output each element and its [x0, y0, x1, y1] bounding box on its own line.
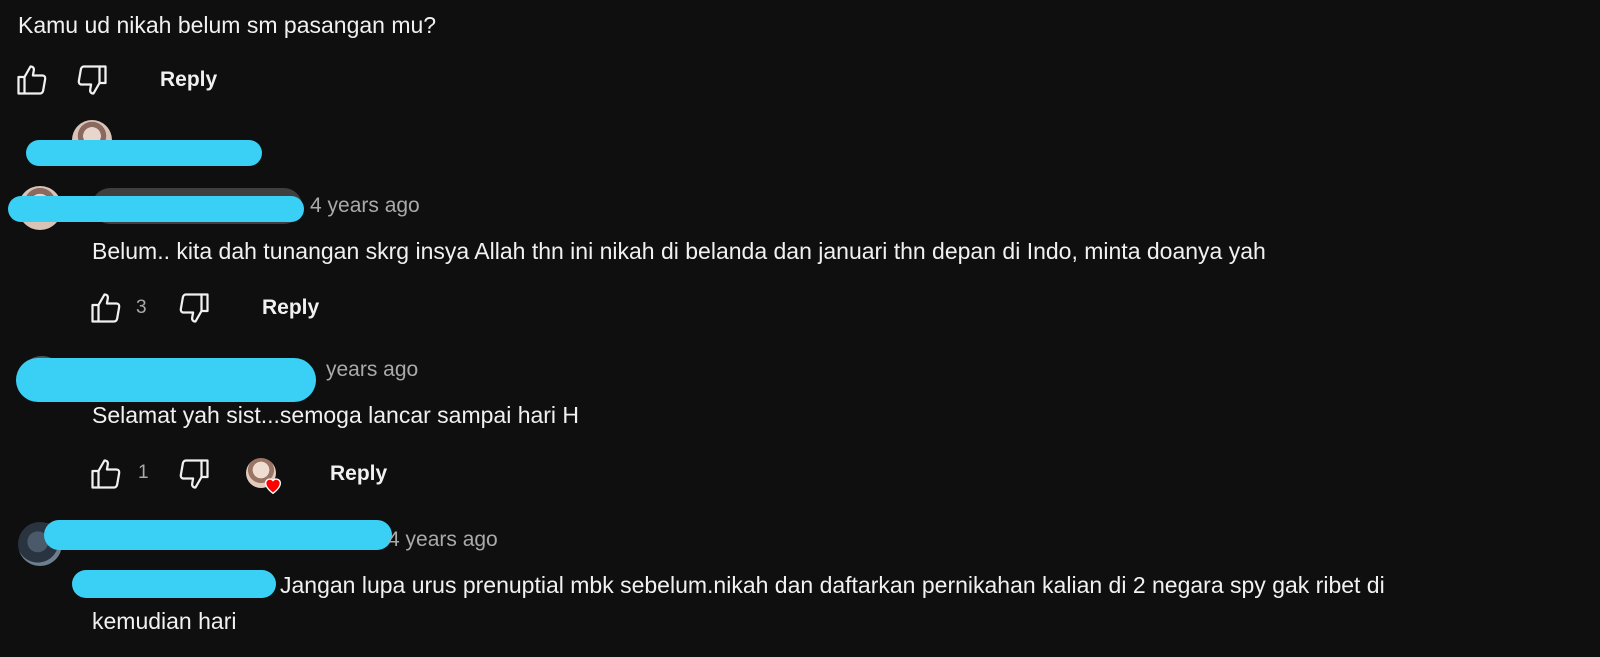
reply-text: Belum.. kita dah tunangan skrg insya All… — [92, 238, 1266, 264]
reply-text: Selamat yah sist...semoga lancar sampai … — [92, 402, 580, 428]
timestamp[interactable]: years ago — [326, 358, 418, 382]
reply-button[interactable]: Reply — [160, 68, 217, 92]
redaction-mark — [72, 570, 276, 598]
redaction-mark — [44, 520, 392, 550]
like-count: 1 — [138, 462, 149, 483]
like-count: 3 — [136, 297, 147, 318]
redaction-mark — [16, 358, 316, 402]
thumbs-up-icon[interactable] — [14, 62, 50, 98]
reply-button[interactable]: Reply — [262, 296, 319, 320]
thumbs-down-icon[interactable] — [176, 456, 212, 492]
thumbs-down-icon[interactable] — [74, 62, 110, 98]
reply-text-continued: kemudian hari — [92, 608, 237, 634]
timestamp[interactable]: 4 years ago — [388, 528, 498, 552]
thumbs-up-icon[interactable] — [88, 290, 124, 326]
creator-heart-icon — [262, 474, 284, 496]
thumbs-up-icon[interactable] — [88, 456, 124, 492]
timestamp[interactable]: 4 years ago — [310, 194, 420, 218]
comment-text: Kamu ud nikah belum sm pasangan mu? — [18, 12, 437, 38]
redaction-mark — [8, 196, 304, 222]
reply-button[interactable]: Reply — [330, 462, 387, 486]
thumbs-down-icon[interactable] — [176, 290, 212, 326]
redaction-mark — [26, 140, 262, 166]
reply-text: Jangan lupa urus prenuptial mbk sebelum.… — [280, 572, 1385, 598]
